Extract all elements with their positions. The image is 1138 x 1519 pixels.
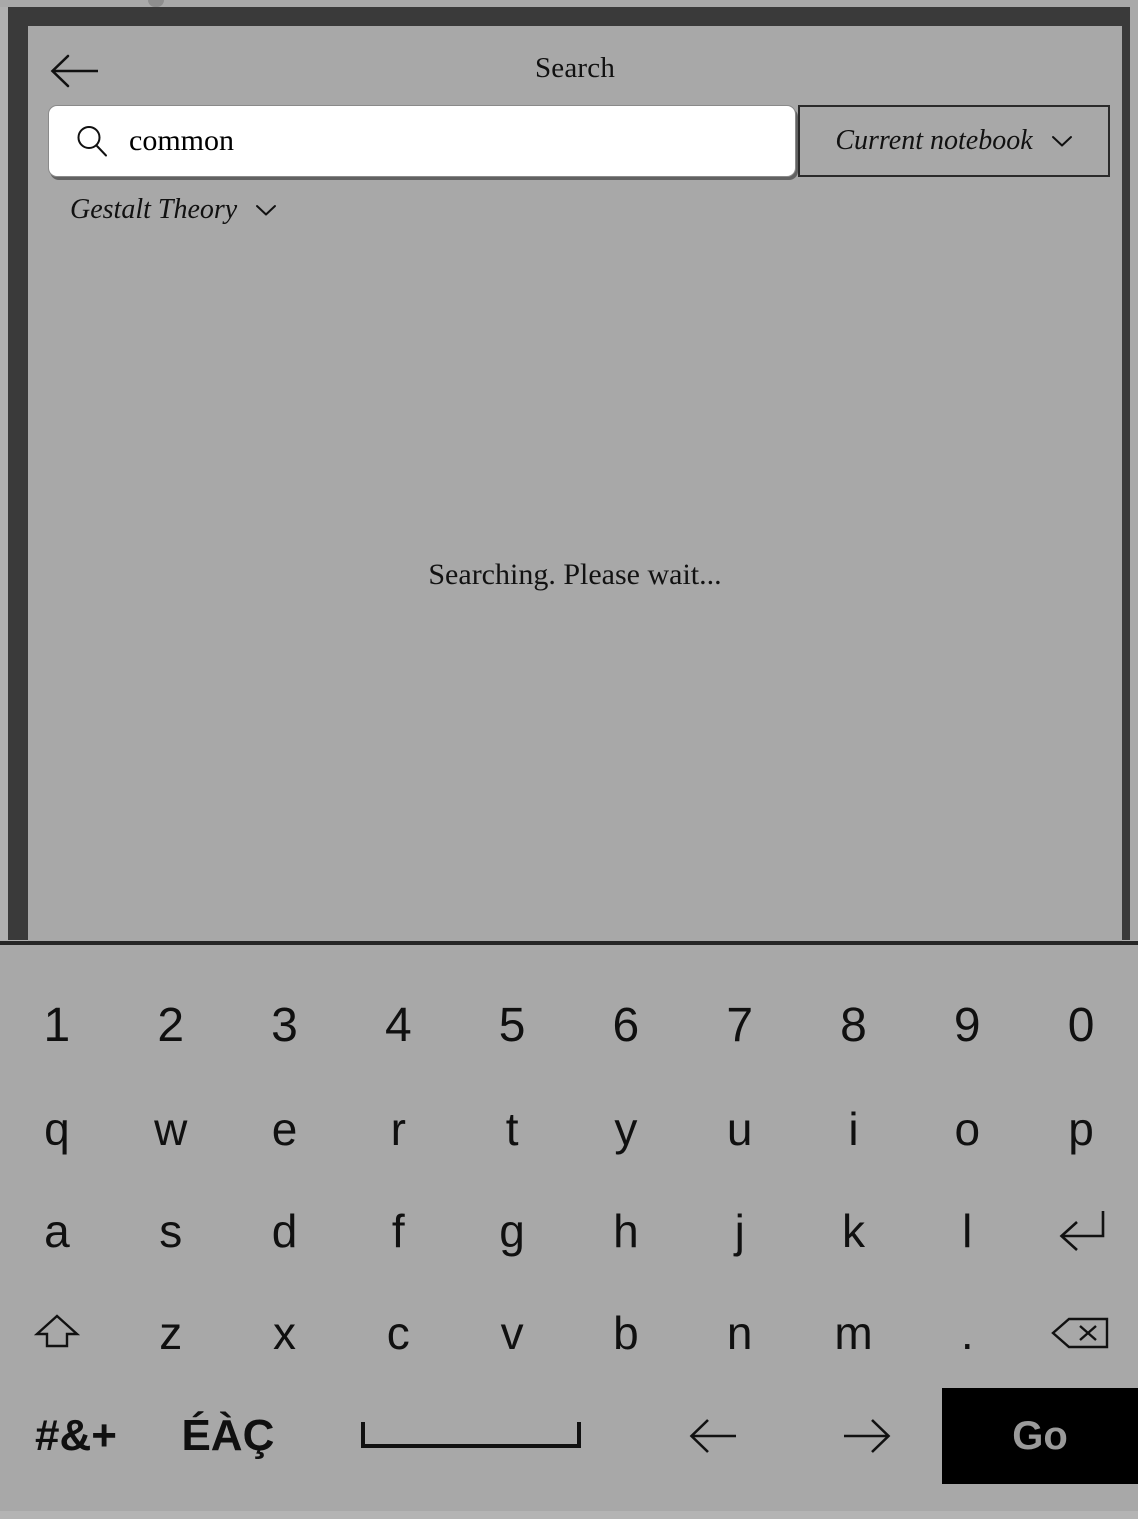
key-l[interactable]: l: [910, 1180, 1024, 1282]
key-i[interactable]: i: [797, 1078, 911, 1180]
device-bezel-right-edge: [1130, 7, 1138, 940]
key-j[interactable]: j: [683, 1180, 797, 1282]
key-7[interactable]: 7: [683, 975, 797, 1077]
key-o[interactable]: o: [910, 1078, 1024, 1180]
chevron-down-icon: [1051, 134, 1073, 148]
device-bottom-strip: [0, 1511, 1138, 1519]
key-0[interactable]: 0: [1024, 975, 1138, 1077]
notebook-filter-dropdown[interactable]: Gestalt Theory: [70, 194, 277, 226]
key-backspace[interactable]: [1024, 1282, 1138, 1384]
shift-key-icon: [33, 1314, 81, 1348]
key-z[interactable]: z: [114, 1282, 228, 1384]
search-status-message: Searching. Please wait...: [428, 558, 722, 591]
key-c[interactable]: c: [341, 1282, 455, 1384]
key-6[interactable]: 6: [569, 975, 683, 1077]
key-k[interactable]: k: [797, 1180, 911, 1282]
key-e[interactable]: e: [228, 1078, 342, 1180]
key-u[interactable]: u: [683, 1078, 797, 1180]
key-s[interactable]: s: [114, 1180, 228, 1282]
device-top-strip: [0, 0, 1138, 7]
key-symbols[interactable]: #&+: [0, 1385, 152, 1487]
notebook-filter-label: Gestalt Theory: [70, 194, 238, 225]
key-d[interactable]: d: [228, 1180, 342, 1282]
key-accents[interactable]: ÉÀÇ: [152, 1385, 304, 1487]
keyboard-row-qwerty: q w e r t y u i o p: [0, 1078, 1138, 1180]
key-w[interactable]: w: [114, 1078, 228, 1180]
keyboard-row-zxcv: z x c v b n m .: [0, 1282, 1138, 1384]
key-a[interactable]: a: [0, 1180, 114, 1282]
arrow-right-icon: [844, 1419, 891, 1453]
enter-key-icon: [1059, 1211, 1105, 1251]
key-h[interactable]: h: [569, 1180, 683, 1282]
key-9[interactable]: 9: [910, 975, 1024, 1077]
key-8[interactable]: 8: [797, 975, 911, 1077]
key-1[interactable]: 1: [0, 975, 114, 1077]
key-5[interactable]: 5: [455, 975, 569, 1077]
backspace-key-icon: [1051, 1317, 1109, 1349]
key-period[interactable]: .: [910, 1282, 1024, 1384]
key-v[interactable]: v: [455, 1282, 569, 1384]
keyboard-row-functions: #&+ ÉÀÇ Go: [0, 1385, 1138, 1487]
key-arrow-left[interactable]: [638, 1385, 790, 1487]
key-m[interactable]: m: [797, 1282, 911, 1384]
key-q[interactable]: q: [0, 1078, 114, 1180]
key-3[interactable]: 3: [228, 975, 342, 1077]
key-t[interactable]: t: [455, 1078, 569, 1180]
key-4[interactable]: 4: [341, 975, 455, 1077]
key-go-wrapper: Go: [942, 1385, 1138, 1487]
chevron-down-icon: [255, 203, 277, 217]
go-button-label: Go: [1012, 1413, 1068, 1458]
search-scope-label: Current notebook: [835, 125, 1033, 156]
key-n[interactable]: n: [683, 1282, 797, 1384]
device-sensor-notch: [148, 0, 164, 7]
search-scope-dropdown[interactable]: Current notebook: [798, 105, 1110, 177]
keyboard-row-asdf: a s d f g h j k l: [0, 1180, 1138, 1282]
spacebar-key-icon: [361, 1422, 581, 1448]
key-r[interactable]: r: [341, 1078, 455, 1180]
key-g[interactable]: g: [455, 1180, 569, 1282]
page-title: Search: [534, 52, 616, 84]
key-x[interactable]: x: [228, 1282, 342, 1384]
screen-content: Search common Current notebook Gestalt T…: [28, 26, 1122, 942]
go-button[interactable]: Go: [942, 1388, 1138, 1484]
key-y[interactable]: y: [569, 1078, 683, 1180]
key-2[interactable]: 2: [114, 975, 228, 1077]
search-icon: [77, 126, 107, 157]
key-b[interactable]: b: [569, 1282, 683, 1384]
search-input-value: common: [129, 124, 234, 157]
key-space[interactable]: [304, 1385, 638, 1487]
key-arrow-right[interactable]: [790, 1385, 942, 1487]
key-f[interactable]: f: [341, 1180, 455, 1282]
arrow-left-icon: [689, 1419, 737, 1453]
search-input[interactable]: common: [48, 105, 796, 177]
device-frame: Search common Current notebook Gestalt T…: [0, 0, 1138, 1519]
search-bar-row: common Current notebook: [48, 105, 1110, 177]
key-p[interactable]: p: [1024, 1078, 1138, 1180]
key-shift[interactable]: [0, 1282, 114, 1384]
key-enter[interactable]: [1024, 1180, 1138, 1282]
keyboard-row-numbers: 1 2 3 4 5 6 7 8 9 0: [0, 975, 1138, 1077]
onscreen-keyboard: 1 2 3 4 5 6 7 8 9 0 q w e r t y u i o p …: [0, 945, 1138, 1511]
